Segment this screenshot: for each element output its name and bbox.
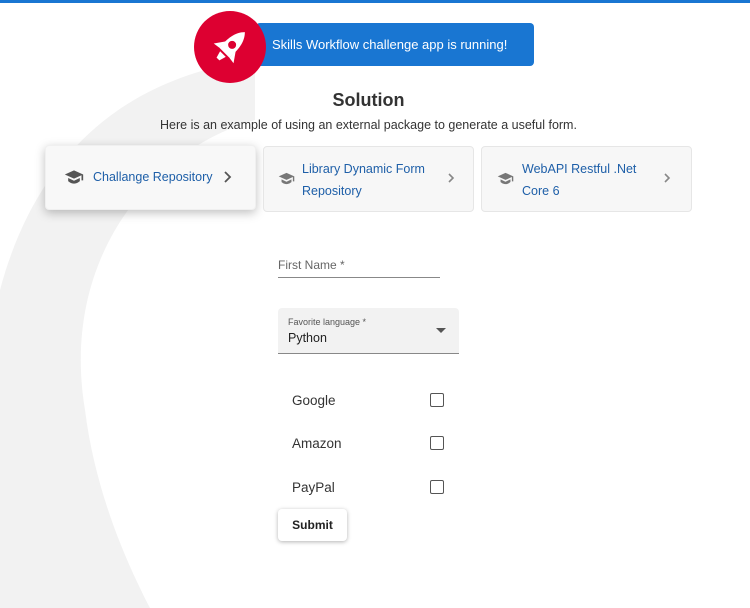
status-banner: Skills Workflow challenge app is running… <box>256 23 534 66</box>
page-subtitle: Here is an example of using an external … <box>160 118 577 132</box>
first-name-field[interactable]: First Name * <box>278 252 440 278</box>
checkbox-row-paypal: PayPal <box>292 479 448 499</box>
checkbox-row-google: Google <box>292 392 448 412</box>
checkbox-row-amazon: Amazon <box>292 435 448 455</box>
top-accent-bar <box>0 0 750 3</box>
page-title: Solution <box>332 90 405 110</box>
graduation-cap-icon <box>497 170 517 190</box>
favorite-language-select[interactable]: Favorite language * Python <box>278 308 459 354</box>
favorite-language-value: Python <box>288 331 327 345</box>
google-checkbox[interactable] <box>430 393 444 407</box>
background-curve-shape <box>0 60 255 608</box>
checkbox-label: Amazon <box>292 436 342 451</box>
card-label-line-1: WebAPI Restful .Net <box>522 162 637 176</box>
chevron-right-icon <box>446 171 458 185</box>
card-library-dynamic-form-repository[interactable]: Library Dynamic Form Repository <box>263 146 474 212</box>
chevron-right-icon <box>662 171 674 185</box>
card-challenge-repository[interactable]: Challange Repository <box>45 145 256 210</box>
submit-button[interactable]: Submit <box>278 509 347 541</box>
paypal-checkbox[interactable] <box>430 480 444 494</box>
rocket-icon-svg <box>213 32 245 64</box>
card-webapi-restful-net-core-6[interactable]: WebAPI Restful .Net Core 6 <box>481 146 692 212</box>
card-label-line-2: Repository <box>302 184 362 198</box>
checkbox-label: PayPal <box>292 480 335 495</box>
checkbox-label: Google <box>292 393 336 408</box>
rocket-icon <box>194 11 266 83</box>
amazon-checkbox[interactable] <box>430 436 444 450</box>
favorite-language-label: Favorite language * <box>288 317 367 327</box>
dropdown-arrow-icon[interactable] <box>436 328 446 334</box>
graduation-cap-icon <box>278 170 298 190</box>
card-label: Challange Repository <box>93 170 213 184</box>
card-label-line-1: Library Dynamic Form <box>302 162 425 176</box>
graduation-cap-icon <box>64 167 84 187</box>
chevron-right-icon <box>222 170 234 184</box>
banner-text: Skills Workflow challenge app is running… <box>272 37 508 52</box>
card-label-line-2: Core 6 <box>522 184 560 198</box>
first-name-placeholder: First Name * <box>278 258 345 272</box>
page: Skills Workflow challenge app is running… <box>0 0 750 608</box>
